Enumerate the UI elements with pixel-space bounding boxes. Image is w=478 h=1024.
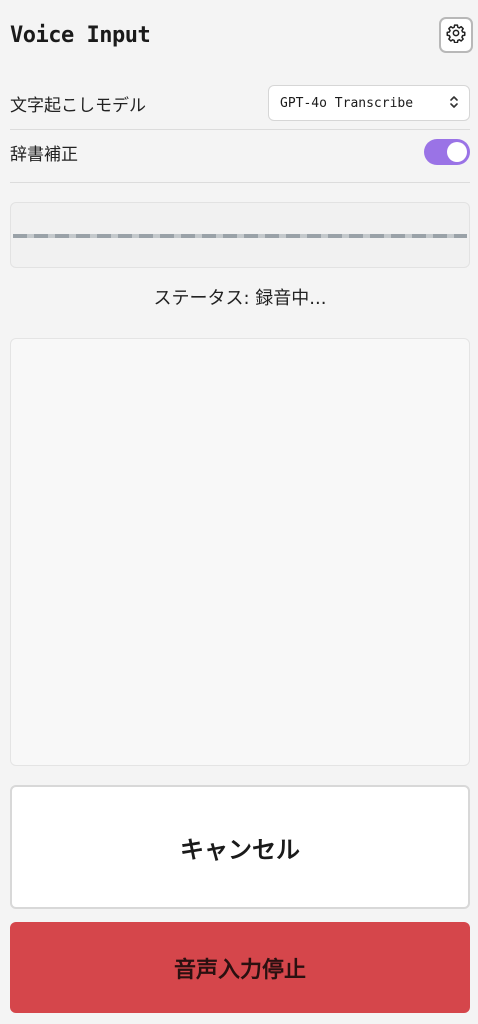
app-title: Voice Input — [10, 22, 151, 48]
settings-button[interactable] — [439, 17, 473, 53]
model-select-value: GPT-4o Transcribe — [280, 95, 414, 111]
divider — [10, 129, 470, 130]
dictionary-label: 辞書補正 — [10, 144, 78, 165]
model-select[interactable]: GPT-4o Transcribe — [268, 85, 470, 121]
header: Voice Input — [10, 16, 473, 54]
waveform-display — [10, 202, 470, 268]
gear-icon — [446, 23, 466, 47]
divider — [10, 182, 470, 183]
transcript-area[interactable] — [10, 338, 470, 766]
cancel-button[interactable]: キャンセル — [10, 785, 470, 909]
dictionary-toggle[interactable] — [424, 139, 470, 165]
waveform-line — [13, 234, 467, 238]
dictionary-setting-row: 辞書補正 — [10, 134, 470, 170]
status-text: ステータス: 録音中... — [153, 288, 327, 309]
chevron-up-down-icon — [449, 94, 459, 113]
stop-voice-input-button[interactable]: 音声入力停止 — [10, 922, 470, 1013]
model-setting-row: 文字起こしモデル GPT-4o Transcribe — [10, 84, 470, 122]
toggle-knob — [447, 142, 467, 162]
model-label: 文字起こしモデル — [10, 95, 146, 116]
voice-input-panel: Voice Input 文字起こしモデル GPT-4o Transcribe 辞 — [0, 0, 478, 1024]
